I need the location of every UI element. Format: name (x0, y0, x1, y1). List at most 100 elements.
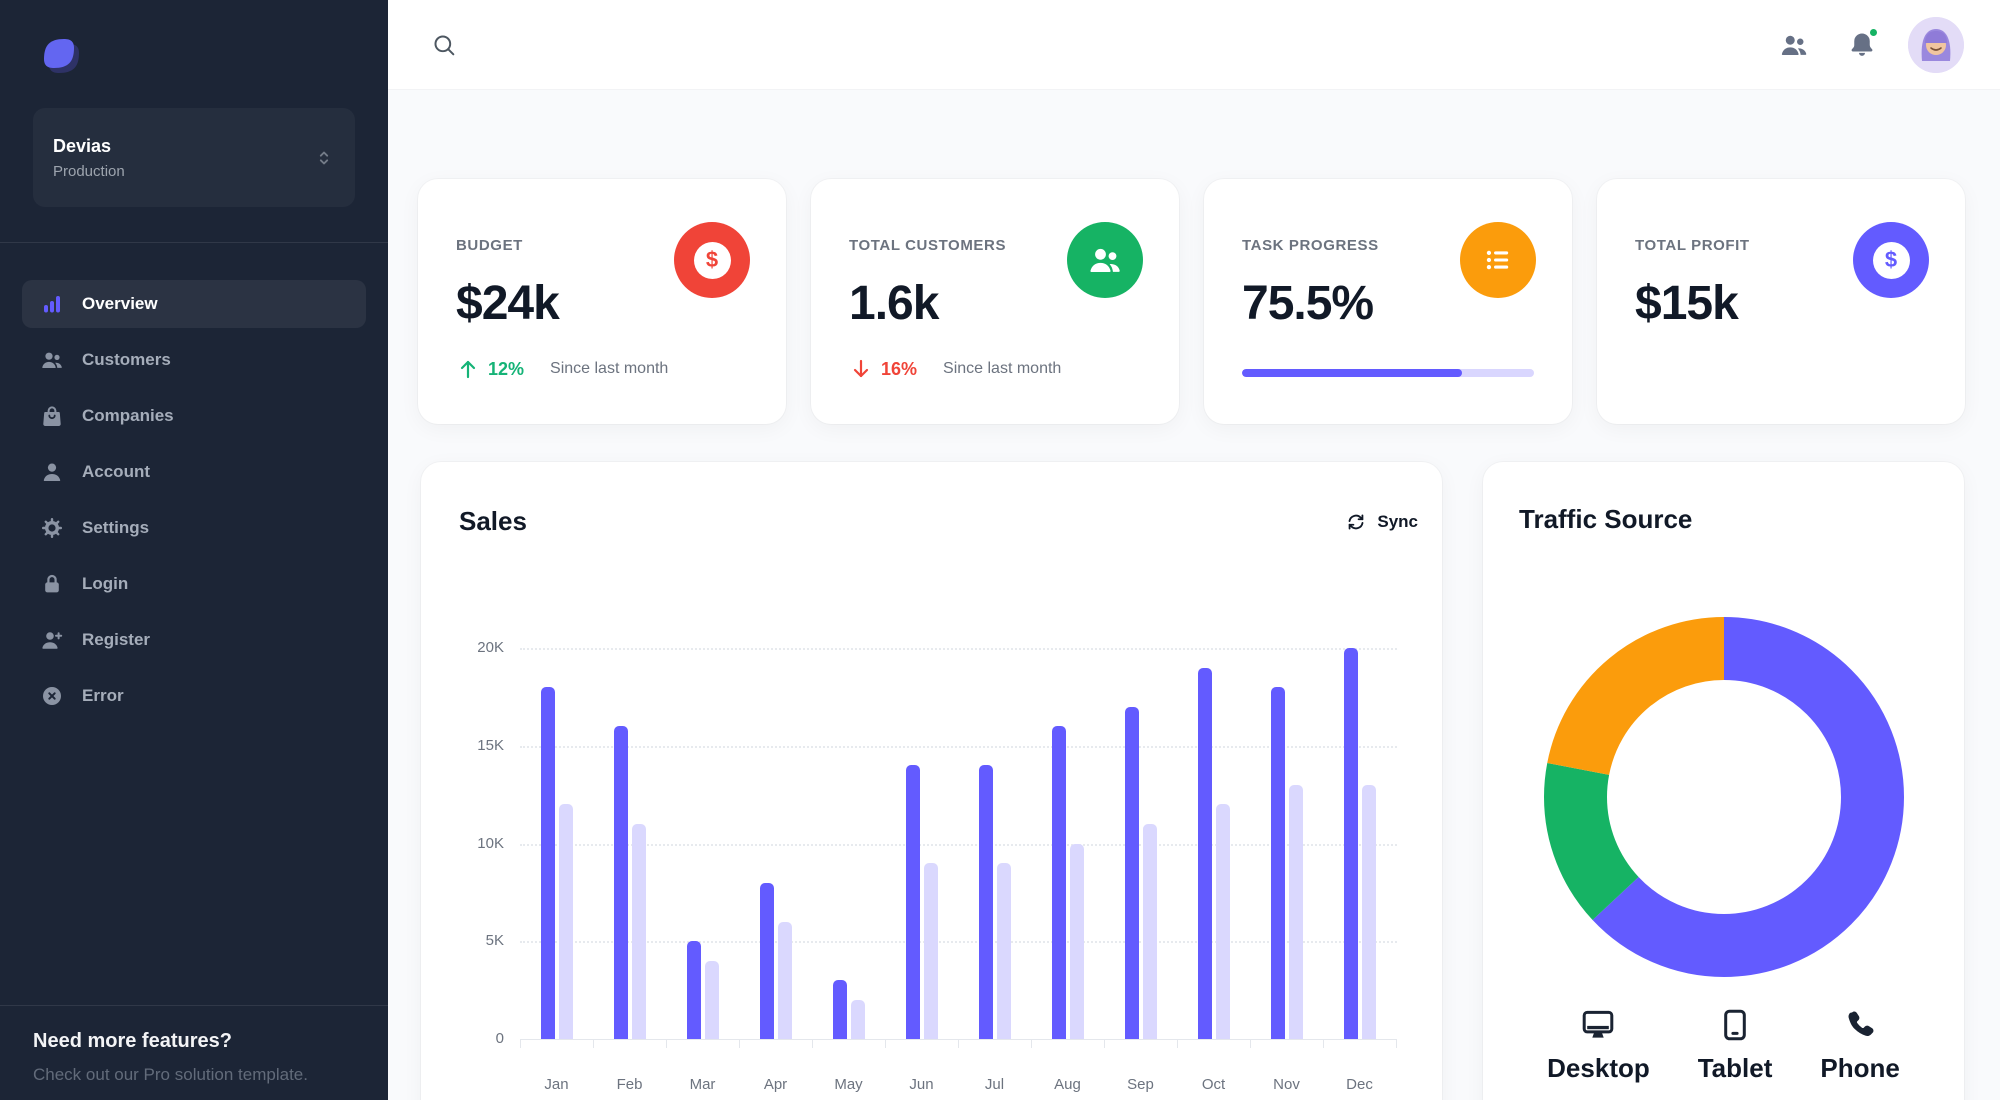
trend-row: 12% Since last month (456, 357, 748, 381)
progress-bar (1242, 369, 1534, 377)
search-icon (430, 31, 458, 59)
footer-title: Need more features? (33, 1030, 232, 1052)
gridline (520, 648, 1397, 650)
x-axis-label: May (834, 1076, 863, 1093)
bar-primary-dec (1343, 648, 1358, 1039)
sidebar-item-customers[interactable]: Customers (22, 336, 366, 384)
bar-primary-jul (978, 765, 993, 1039)
x-axis-label: Aug (1054, 1076, 1081, 1093)
bar-secondary-apr (777, 921, 792, 1039)
sidebar-item-error[interactable]: Error (22, 672, 366, 720)
sidebar-item-account[interactable]: Account (22, 448, 366, 496)
x-axis-tick (520, 1040, 521, 1048)
traffic-title: Traffic Source (1519, 504, 1693, 534)
bar-primary-nov (1270, 687, 1285, 1039)
bar-secondary-sep (1142, 823, 1157, 1039)
bar-primary-mar (686, 941, 701, 1039)
user-icon (40, 460, 64, 484)
traffic-legend: Desktop Tablet Phone (1483, 1007, 1964, 1084)
y-axis-tick: 5K (485, 932, 504, 950)
x-axis-label: Jun (909, 1076, 934, 1093)
trend-value: 16% (881, 358, 918, 379)
workspace-selector[interactable]: Devias Production (33, 108, 355, 207)
trend-caption: Since last month (550, 360, 669, 377)
sidebar-item-label: Login (82, 574, 129, 593)
bar-secondary-jan (558, 804, 573, 1039)
x-axis-label: Jul (984, 1076, 1005, 1093)
sync-label: Sync (1377, 511, 1418, 531)
sidebar-divider (0, 242, 388, 243)
bar-secondary-mar (704, 960, 719, 1039)
notifications-button[interactable] (1840, 23, 1884, 67)
bar-primary-feb (613, 726, 628, 1039)
x-axis-label: Nov (1273, 1076, 1300, 1093)
sidebar-item-label: Companies (82, 406, 174, 425)
sidebar-item-settings[interactable]: Settings (22, 504, 366, 552)
x-axis-tick (1250, 1040, 1251, 1048)
y-axis-tick: 15K (477, 736, 504, 754)
bar-secondary-nov (1288, 784, 1303, 1039)
legend-tablet: Tablet (1698, 1007, 1772, 1084)
devias-logo-icon[interactable] (33, 28, 89, 84)
footer-subtitle: Check out our Pro solution template. (33, 1065, 308, 1084)
users-icon (40, 348, 64, 372)
x-axis-label: Oct (1201, 1076, 1226, 1093)
search-button[interactable] (422, 23, 466, 67)
bar-primary-aug (1051, 726, 1066, 1039)
contacts-icon (1779, 30, 1809, 60)
bar-secondary-may (850, 999, 865, 1039)
bar-secondary-oct (1215, 804, 1230, 1039)
sync-icon (1345, 511, 1367, 533)
gridline (520, 745, 1397, 748)
sidebar-item-overview[interactable]: Overview (22, 280, 366, 328)
bar-secondary-aug (1069, 843, 1084, 1039)
bar-primary-jun (905, 765, 920, 1039)
legend-desktop: Desktop (1547, 1007, 1650, 1084)
bar-secondary-dec (1361, 784, 1376, 1039)
trend-row: 16% Since last month (849, 357, 1141, 381)
workspace-name: Devias (53, 135, 112, 156)
y-axis-tick: 10K (477, 834, 504, 852)
user-avatar[interactable] (1908, 16, 1964, 73)
stat-card-task-progress: TASK PROGRESS 75.5% (1204, 179, 1572, 424)
dollar-glyph: $ (1872, 241, 1910, 279)
x-axis-tick (666, 1040, 667, 1048)
x-axis-label: Jan (544, 1076, 569, 1093)
y-axis-tick: 20K (477, 639, 504, 656)
topbar-actions (1772, 16, 1964, 73)
x-axis-tick (1323, 1040, 1324, 1048)
arrow-up-icon (456, 357, 480, 381)
bar-primary-jan (540, 687, 555, 1039)
x-axis-tick (958, 1040, 959, 1048)
sidebar-item-login[interactable]: Login (22, 560, 366, 608)
sidebar-nav: Overview Customers Companies Account Set… (0, 272, 388, 720)
users-icon (1067, 222, 1143, 298)
dollar-glyph: $ (693, 241, 731, 279)
x-axis-tick (593, 1040, 594, 1048)
sidebar-item-label: Error (82, 686, 124, 705)
shopping-bag-icon (40, 404, 64, 428)
trend-value: 12% (488, 358, 525, 379)
user-plus-icon (40, 628, 64, 652)
lock-icon (40, 572, 64, 596)
notification-dot (1868, 26, 1879, 38)
app-root: Devias Production Overview Customers Com… (0, 0, 2000, 1100)
phone-icon (1842, 1007, 1878, 1043)
sidebar-item-register[interactable]: Register (22, 616, 366, 664)
sales-bar-chart: 0 5K 10K 15K 20K Jan Feb Mar Apr May Jun Jul Aug Sep O… (477, 639, 1397, 1093)
stat-card-total-profit: TOTAL PROFIT $15k $ (1597, 179, 1965, 424)
stat-card-total-customers: TOTAL CUSTOMERS 1.6k 16% Since last mont… (811, 179, 1179, 424)
dollar-icon: $ (1853, 222, 1929, 298)
contacts-button[interactable] (1772, 23, 1816, 67)
sidebar-item-label: Customers (82, 350, 171, 369)
chart-bar-icon (40, 292, 64, 316)
trend-caption: Since last month (943, 360, 1062, 377)
unfold-chevron-icon (313, 147, 335, 169)
sidebar-item-companies[interactable]: Companies (22, 392, 366, 440)
sync-button[interactable]: Sync (1345, 511, 1418, 533)
sidebar: Devias Production Overview Customers Com… (0, 0, 388, 1100)
x-axis-tick (1396, 1040, 1397, 1048)
x-axis-tick (739, 1040, 740, 1048)
legend-label: Phone (1820, 1053, 1900, 1083)
bar-primary-oct (1197, 667, 1212, 1039)
